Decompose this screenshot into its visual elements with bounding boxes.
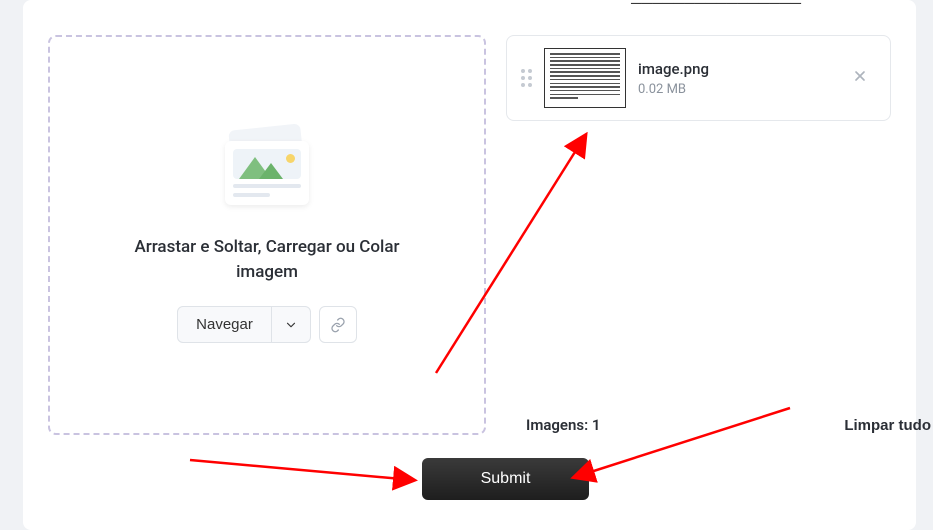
dropzone-controls: Navegar [177, 306, 357, 343]
close-icon [852, 68, 868, 84]
link-icon [330, 317, 346, 333]
content-row: Arrastar e Soltar, Carregar ou Colar ima… [48, 35, 891, 435]
submit-button[interactable]: Submit [422, 458, 589, 500]
header-fragment: ──────────────── [631, 0, 801, 12]
browse-dropdown-toggle[interactable] [272, 307, 310, 342]
browse-button[interactable]: Navegar [178, 307, 272, 342]
browse-button-group: Navegar [177, 306, 311, 343]
image-count: Imagens: 1 [526, 416, 601, 434]
uploaded-files-column: image.png 0.02 MB [506, 35, 891, 435]
file-card: image.png 0.02 MB [506, 35, 891, 121]
image-placeholder-icon [207, 127, 327, 217]
dropzone[interactable]: Arrastar e Soltar, Carregar ou Colar ima… [48, 35, 486, 435]
file-name: image.png [638, 60, 832, 78]
upload-panel: ──────────────── Arrastar e Soltar, Carr… [23, 0, 916, 530]
status-row: Imagens: 1 Limpar tudo [526, 416, 931, 434]
chevron-down-icon [284, 318, 298, 332]
drag-handle-icon[interactable] [521, 69, 532, 87]
dropzone-instruction: Arrastar e Soltar, Carregar ou Colar ima… [117, 235, 417, 284]
url-upload-button[interactable] [319, 306, 357, 343]
file-size: 0.02 MB [638, 82, 832, 97]
file-thumbnail [544, 48, 626, 108]
file-info: image.png 0.02 MB [638, 60, 832, 97]
clear-all-button[interactable]: Limpar tudo [844, 417, 931, 434]
remove-file-button[interactable] [844, 63, 876, 94]
